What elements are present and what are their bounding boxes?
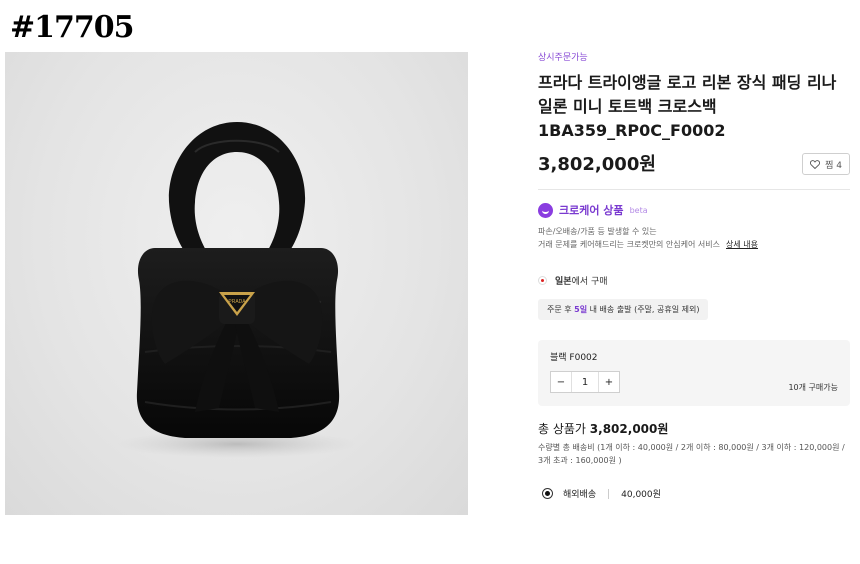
- order-availability-tag: 상시주문가능: [538, 53, 588, 63]
- increase-button[interactable]: +: [599, 372, 619, 392]
- quantity-stepper[interactable]: − 1 +: [550, 371, 620, 393]
- origin-country: 일본: [555, 277, 572, 287]
- shipping-fee: 40,000원: [621, 490, 661, 500]
- care-title: 크로케어 상품: [559, 204, 624, 217]
- shipping-schedule-badge: 주문 후 5일 내 배송 출발 (주말, 공휴일 제외): [538, 299, 709, 320]
- like-button[interactable]: 찜 4: [802, 153, 850, 175]
- product-title: 프라다 트라이앵글 로고 리본 장식 패딩 리나일론 미니 토트백 크로스백 1…: [538, 73, 837, 140]
- stock-available: 10개 구매가능: [788, 383, 838, 392]
- svg-text:PRADA: PRADA: [228, 299, 246, 305]
- total-amount: 3,802,000원: [589, 422, 669, 436]
- care-header: 크로케어 상품 beta: [538, 202, 850, 218]
- product-image[interactable]: PRADA: [5, 52, 468, 515]
- care-detail-link[interactable]: 상세 내용: [726, 240, 758, 249]
- shipping-method: 해외배송: [563, 490, 597, 500]
- listing-id: #17705: [10, 10, 135, 45]
- like-count: 찜 4: [825, 160, 842, 171]
- heart-icon: [810, 159, 821, 169]
- quantity-input[interactable]: 1: [571, 372, 599, 392]
- japan-flag-icon: [538, 276, 547, 285]
- option-name: 블랙 F0002: [550, 353, 598, 363]
- shipping-option[interactable]: 해외배송 40,000원: [538, 487, 850, 500]
- handbag-illustration: PRADA: [117, 122, 357, 458]
- care-description: 파손/오배송/가품 등 발생할 수 있는 거래 문제를 케어해드리는 크로켓만의…: [538, 227, 758, 249]
- care-beta-badge: beta: [629, 205, 648, 215]
- shipping-fee-description: 수량별 총 배송비 (1개 이하 : 40,000원 / 2개 이하 : 80,…: [538, 443, 845, 465]
- decrease-button[interactable]: −: [551, 372, 571, 392]
- shipping-radio[interactable]: [542, 488, 553, 499]
- bag-handle: [168, 122, 306, 262]
- care-smile-icon: [538, 202, 553, 218]
- divider: [538, 189, 850, 190]
- divider: [608, 488, 610, 499]
- purchase-origin: 일본에서 구매: [538, 274, 850, 287]
- option-box: 블랙 F0002 − 1 + 10개 구매가능: [538, 340, 850, 406]
- price-row: 3,802,000원 찜 4: [538, 151, 850, 181]
- product-info-panel: 상시주문가능 프라다 트라이앵글 로고 리본 장식 패딩 리나일론 미니 토트백…: [538, 50, 850, 500]
- total-price-row: 총 상품가 3,802,000원: [538, 422, 669, 436]
